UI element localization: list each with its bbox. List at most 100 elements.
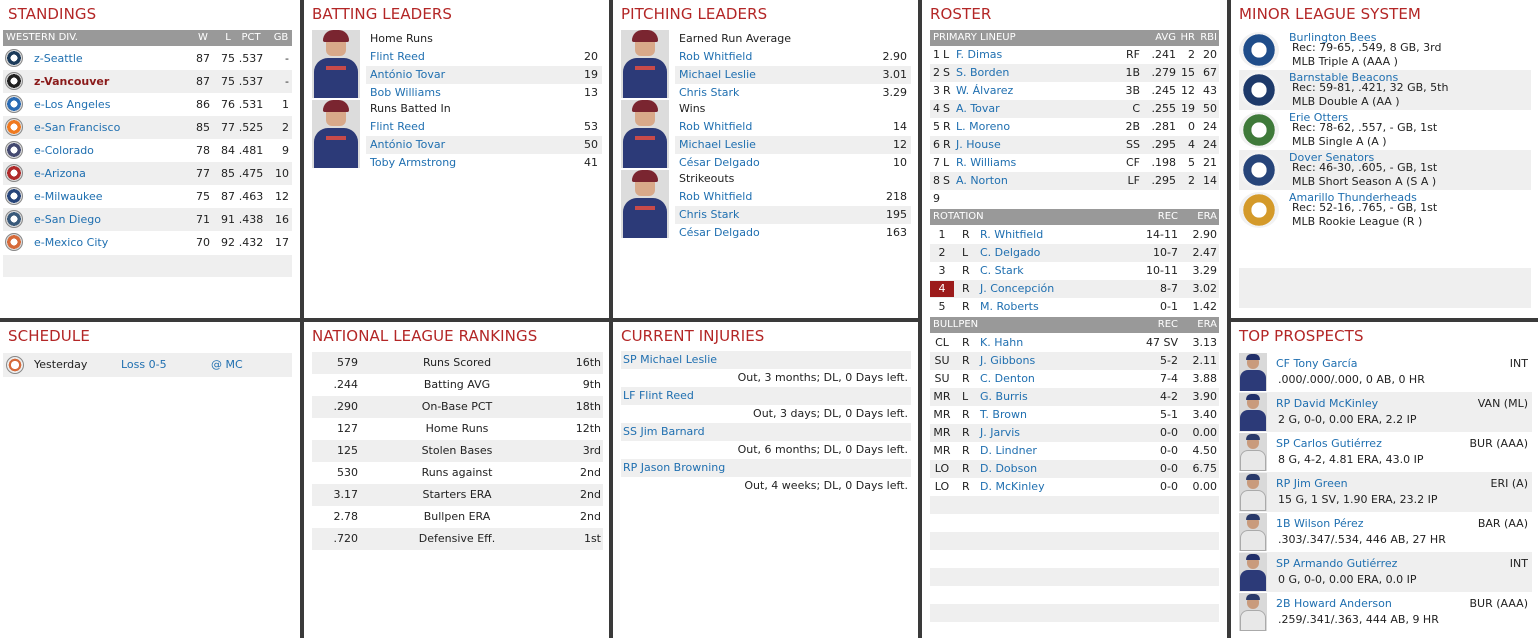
prospect-photo[interactable] xyxy=(1239,593,1267,631)
schedule-opponent-link[interactable]: @ MC xyxy=(211,353,243,377)
player-name-link[interactable]: R. Whitfield xyxy=(980,226,1043,244)
injury-row[interactable]: RP Jason Browning Out, 4 weeks; DL, 0 Day… xyxy=(621,459,911,495)
injured-player-link[interactable]: RP Jason Browning xyxy=(623,459,725,477)
player-photo[interactable] xyxy=(621,100,669,168)
injury-row[interactable]: SS Jim Barnard Out, 6 months; DL, 0 Days … xyxy=(621,423,911,459)
prospect-name-link[interactable]: SP Carlos Gutiérrez xyxy=(1276,437,1382,451)
player-name-link[interactable]: J. Jarvis xyxy=(980,424,1020,442)
bullpen-row[interactable]: CL R K. Hahn 47 SV 3.13 xyxy=(930,334,1219,352)
batting-row[interactable]: Toby Armstrong 41 xyxy=(366,154,602,172)
team-name-link[interactable]: e-Mexico City xyxy=(34,231,108,254)
team-name-link[interactable]: e-Arizona xyxy=(34,162,86,185)
bullpen-row[interactable]: LO R D. Dobson 0-0 6.75 xyxy=(930,460,1219,478)
prospect-photo[interactable] xyxy=(1239,393,1267,431)
rotation-row[interactable]: 4 R J. Concepción 8-7 3.02 xyxy=(930,280,1219,298)
player-name-link[interactable]: Michael Leslie xyxy=(679,66,756,84)
minor-team-row[interactable]: Erie Otters Rec: 78-62, .557, - GB, 1st ML… xyxy=(1239,110,1531,150)
prospect-photo[interactable] xyxy=(1239,553,1267,591)
bullpen-row[interactable]: MR L G. Burris 4-2 3.90 xyxy=(930,388,1219,406)
pitching-row[interactable]: Chris Stark 3.29 xyxy=(675,84,911,102)
prospect-name-link[interactable]: RP David McKinley xyxy=(1276,397,1378,411)
player-name-link[interactable]: D. McKinley xyxy=(980,478,1045,496)
player-photo[interactable] xyxy=(312,100,360,168)
team-name-link[interactable]: z-Vancouver xyxy=(34,70,109,93)
rotation-row[interactable]: 2 L C. Delgado 10-7 2.47 xyxy=(930,244,1219,262)
injured-player-link[interactable]: SP Michael Leslie xyxy=(623,351,717,369)
player-name-link[interactable]: T. Brown xyxy=(980,406,1027,424)
lineup-row[interactable]: 7 L R. Williams CF .198 5 21 xyxy=(930,154,1219,172)
batting-row[interactable]: António Tovar 50 xyxy=(366,136,602,154)
player-name-link[interactable]: António Tovar xyxy=(370,66,445,84)
player-name-link[interactable]: M. Roberts xyxy=(980,298,1039,316)
player-name-link[interactable]: Rob Whitfield xyxy=(679,188,752,206)
bullpen-row[interactable]: MR R T. Brown 5-1 3.40 xyxy=(930,406,1219,424)
player-name-link[interactable]: Rob Whitfield xyxy=(679,118,752,136)
player-photo[interactable] xyxy=(621,30,669,98)
injured-player-link[interactable]: SS Jim Barnard xyxy=(623,423,705,441)
standings-row[interactable]: e-Mexico City 70 92.432 17 xyxy=(3,231,292,254)
pitching-row[interactable]: Rob Whitfield 14 xyxy=(675,118,911,136)
player-name-link[interactable]: César Delgado xyxy=(679,224,760,242)
team-name-link[interactable]: e-San Diego xyxy=(34,208,101,231)
minor-team-row[interactable]: Amarillo Thunderheads Rec: 52-16, .765, -… xyxy=(1239,190,1531,230)
prospect-name-link[interactable]: CF Tony García xyxy=(1276,357,1357,371)
pitching-row[interactable]: Michael Leslie 12 xyxy=(675,136,911,154)
prospect-row[interactable]: SP Armando Gutiérrez INT 0 G, 0-0, 0.00 ER… xyxy=(1239,552,1532,592)
prospect-photo[interactable] xyxy=(1239,473,1267,511)
player-name-link[interactable]: J. House xyxy=(956,136,1001,154)
player-name-link[interactable]: D. Lindner xyxy=(980,442,1037,460)
player-name-link[interactable]: Toby Armstrong xyxy=(370,154,456,172)
lineup-row[interactable]: 2 S S. Borden 1B .279 15 67 xyxy=(930,64,1219,82)
player-name-link[interactable]: A. Tovar xyxy=(956,100,1000,118)
team-name-link[interactable]: e-Milwaukee xyxy=(34,185,103,208)
standings-row[interactable]: e-Los Angeles 86 76.531 1 xyxy=(3,93,292,116)
rotation-row[interactable]: 1 R R. Whitfield 14-11 2.90 xyxy=(930,226,1219,244)
standings-row[interactable]: e-Milwaukee 75 87.463 12 xyxy=(3,185,292,208)
player-name-link[interactable]: António Tovar xyxy=(370,136,445,154)
player-photo[interactable] xyxy=(312,30,360,98)
team-name-link[interactable]: e-Colorado xyxy=(34,139,94,162)
prospect-row[interactable]: RP David McKinley VAN (ML) 2 G, 0-0, 0.00 … xyxy=(1239,392,1532,432)
bullpen-row[interactable]: MR R D. Lindner 0-0 4.50 xyxy=(930,442,1219,460)
lineup-row[interactable]: 5 R L. Moreno 2B .281 0 24 xyxy=(930,118,1219,136)
player-name-link[interactable]: Michael Leslie xyxy=(679,136,756,154)
player-name-link[interactable]: C. Stark xyxy=(980,262,1024,280)
minor-team-row[interactable]: Barnstable Beacons Rec: 59-81, .421, 32 G… xyxy=(1239,70,1531,110)
lineup-row[interactable]: 3 R W. Álvarez 3B .245 12 43 xyxy=(930,82,1219,100)
prospect-photo[interactable] xyxy=(1239,353,1267,391)
batting-row[interactable]: Flint Reed 20 xyxy=(366,48,602,66)
bullpen-row[interactable]: MR R J. Jarvis 0-0 0.00 xyxy=(930,424,1219,442)
standings-row[interactable]: e-San Francisco 85 77.525 2 xyxy=(3,116,292,139)
prospect-name-link[interactable]: SP Armando Gutiérrez xyxy=(1276,557,1397,571)
standings-row[interactable]: z-Seattle 87 75.537 - xyxy=(3,47,292,70)
prospect-row[interactable]: SP Carlos Gutiérrez BUR (AAA) 8 G, 4-2, 4.… xyxy=(1239,432,1532,472)
lineup-row[interactable]: 4 S A. Tovar C .255 19 50 xyxy=(930,100,1219,118)
pitching-row[interactable]: César Delgado 163 xyxy=(675,224,911,242)
prospect-row[interactable]: 2B Howard Anderson BUR (AAA) .259/.341/.36… xyxy=(1239,592,1532,632)
pitching-row[interactable]: Rob Whitfield 218 xyxy=(675,188,911,206)
schedule-result-link[interactable]: Loss 0-5 xyxy=(121,353,167,377)
lineup-row[interactable]: 1 L F. Dimas RF .241 2 20 xyxy=(930,46,1219,64)
player-name-link[interactable]: A. Norton xyxy=(956,172,1008,190)
rotation-row[interactable]: 5 R M. Roberts 0-1 1.42 xyxy=(930,298,1219,316)
prospect-row[interactable]: CF Tony García INT .000/.000/.000, 0 AB, 0… xyxy=(1239,352,1532,392)
player-name-link[interactable]: Flint Reed xyxy=(370,48,425,66)
player-photo[interactable] xyxy=(621,170,669,238)
player-name-link[interactable]: J. Concepción xyxy=(980,280,1054,298)
injury-row[interactable]: LF Flint Reed Out, 3 days; DL, 0 Days lef… xyxy=(621,387,911,423)
bullpen-row[interactable]: SU R C. Denton 7-4 3.88 xyxy=(930,370,1219,388)
team-name-link[interactable]: e-Los Angeles xyxy=(34,93,110,116)
player-name-link[interactable]: L. Moreno xyxy=(956,118,1010,136)
player-name-link[interactable]: J. Gibbons xyxy=(980,352,1035,370)
standings-row[interactable]: e-Arizona 77 85.475 10 xyxy=(3,162,292,185)
player-name-link[interactable]: Rob Whitfield xyxy=(679,48,752,66)
player-name-link[interactable]: F. Dimas xyxy=(956,46,1002,64)
lineup-row[interactable]: 6 R J. House SS .295 4 24 xyxy=(930,136,1219,154)
standings-row[interactable]: z-Vancouver 87 75.537 - xyxy=(3,70,292,93)
prospect-name-link[interactable]: RP Jim Green xyxy=(1276,477,1348,491)
player-name-link[interactable]: C. Denton xyxy=(980,370,1035,388)
lineup-row[interactable]: 9 xyxy=(930,190,1219,208)
prospect-name-link[interactable]: 2B Howard Anderson xyxy=(1276,597,1392,611)
minor-team-row[interactable]: Dover Senators Rec: 46-30, .605, - GB, 1s… xyxy=(1239,150,1531,190)
player-name-link[interactable]: Chris Stark xyxy=(679,206,739,224)
